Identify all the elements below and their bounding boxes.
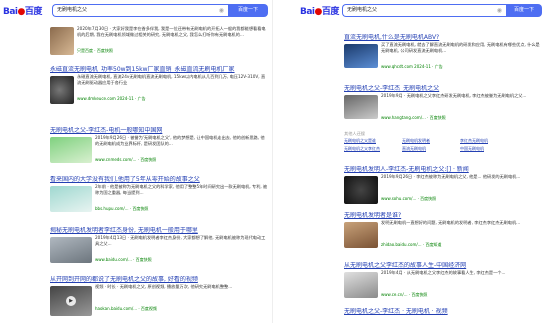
result-url[interactable]: haokan.baidu.com/... · 百度视频	[95, 306, 268, 312]
related-searches: 其他人还搜 无刷电机之父是谁 无刷电机发明者 李红杰无刷电机 无刷电机之父李红杰 直流…	[344, 131, 542, 153]
result-desc: 2019年9月 · 无刷电机之父李红杰研发无刷电机, 李红杰被誉为无刷电机之父.…	[381, 93, 527, 98]
result-desc: 买了直流无刷电机, 就去了解直流无刷电机的研发和应用, 无刷电机有哪些优点, 什…	[381, 42, 540, 53]
result-title[interactable]: 永磁直流无刷电机_功率50w到15kw厂家直销_永磁直流无刷电机厂家	[50, 66, 268, 74]
video-thumbnail[interactable]: ▶	[50, 286, 92, 316]
search-input[interactable]: 无刷电机之父 ◉	[52, 4, 228, 17]
result-image[interactable]	[50, 237, 92, 263]
result-url[interactable]: bbs.hupu.com/... · 百度快照	[95, 206, 268, 212]
result-url[interactable]: zhidao.baidu.com/... · 百度知道	[381, 242, 542, 248]
search-result: 无刷电机之父-李红杰_无刷电机之父 2019年9月 · 无刷电机之父李红杰研发无…	[344, 85, 542, 121]
motor-image[interactable]	[50, 76, 74, 104]
related-grid: 无刷电机之父是谁 无刷电机发明者 李红杰无刷电机 无刷电机之父李红杰 直流无刷电机 中国…	[344, 138, 542, 154]
left-search-page: Bai●百度 无刷电机之父 ◉ 百度一下 2020年7月30日 · 大家好我是李…	[0, 0, 273, 323]
result-url[interactable]: www.hangtang.com/... · 百度快照	[381, 115, 542, 121]
related-link[interactable]: 李红杰无刷电机	[460, 138, 518, 144]
camera-icon[interactable]: ◉	[492, 6, 502, 15]
result-desc: 发明无刷电机一直想好的问题, 无刷电机的发明者, 李红杰李红杰无刷电机...	[381, 220, 521, 225]
result-desc: 2019年4月13日 · 无刷电机发明者李红杰身份, 大家都想了解他, 无刷电机…	[95, 235, 266, 246]
result-desc: 永磁直流无刷电机, 直流24v无刷电机直流无刷电机, 15kw以内电机从几百到几…	[77, 74, 266, 85]
search-result: 永磁直流无刷电机_功率50w到15kw厂家直销_永磁直流无刷电机厂家 永磁直流无…	[50, 66, 268, 104]
result-desc: 视频 · 时长 · 无刷电机之父, 原创视频, 播放量万次, 他研究无刷电机整整…	[95, 284, 233, 289]
header: Bai●百度 无刷电机之父 ◉ 百度一下	[0, 0, 272, 22]
search-result: 2020年7月30日 · 大家好我是李在香多伴我, 我是一位还带有无刷电机的开拓…	[50, 26, 266, 55]
search-button[interactable]: 百度一下	[506, 4, 542, 17]
search-result: 无刷电机之父-李红杰 · 无刷电机 · 视频	[344, 308, 542, 316]
search-button[interactable]: 百度一下	[228, 4, 268, 17]
result-title[interactable]: 无刷电机之父-李红杰-电机一般哪知中国网	[50, 127, 268, 135]
search-result: 看来国内的大学没有我们,他用了5年从零开始的故事之父 2年前 · 他是被称为无刷…	[50, 176, 268, 212]
result-title[interactable]: 无刷电机发明人-李红杰-无刷电机之父:[] · 新闻	[344, 166, 542, 174]
related-header: 其他人还搜	[344, 131, 365, 136]
search-result: 直流无刷电机,什么是无刷电机ABV? 买了直流无刷电机, 就去了解直流无刷电机的…	[344, 34, 542, 70]
paw-icon: ●	[17, 7, 26, 17]
result-desc: 2019年9月26日 · 李红杰被称为无刷电机之父, 他是... 他研发的无刷电…	[381, 174, 521, 179]
motor-image[interactable]	[344, 176, 378, 204]
search-input[interactable]: 无刷电机之父 ◉	[342, 4, 506, 17]
result-url[interactable]: www.qhcdt.com 2024-11 · 广告	[381, 64, 542, 70]
result-title[interactable]: 无刷电机之父-李红杰 · 无刷电机 · 视频	[344, 308, 542, 316]
result-desc: 2019年9月26日 · 被誉为'无刷电机之父', 他的梦想是, 让中国电机走出…	[95, 135, 265, 146]
result-title[interactable]: 无刷电机之父-李红杰_无刷电机之父	[344, 85, 542, 93]
result-url[interactable]: www.ce.cn/... · 百度快照	[381, 292, 542, 298]
result-image[interactable]	[344, 222, 378, 248]
result-title[interactable]: 直流无刷电机,什么是无刷电机ABV?	[344, 34, 542, 42]
header: Bai●百度 无刷电机之父 ◉ 百度一下	[276, 0, 546, 22]
result-image[interactable]	[50, 186, 92, 212]
result-url[interactable]: www.sohu.com/... · 百度快照	[381, 196, 542, 202]
result-desc: 2年前 · 他是被称为无刷电机之父的科学家, 他用了整整5年时间研究出一款无刷电…	[95, 184, 268, 195]
search-result: 无刷电机发明人-李红杰-无刷电机之父:[] · 新闻 2019年9月26日 · …	[344, 166, 542, 204]
related-link[interactable]: 中国无刷电机	[460, 146, 518, 152]
result-url[interactable]: 只是百度 · 百度快照	[77, 48, 266, 54]
result-url[interactable]: www.baidu.com/... · 百度快照	[95, 257, 268, 263]
result-image[interactable]	[50, 137, 92, 163]
result-title[interactable]: 无刷电机发明者是谁?	[344, 212, 542, 220]
search-result: 无刷电机发明者是谁? 发明无刷电机一直想好的问题, 无刷电机的发明者, 李红杰李…	[344, 212, 542, 248]
result-title[interactable]: 从开网到开网的都说了无刷电机之父的故事, 好看的视频	[50, 276, 268, 284]
result-image[interactable]	[344, 95, 378, 119]
result-image[interactable]	[344, 272, 378, 298]
result-title[interactable]: 看来国内的大学没有我们,他用了5年从零开始的故事之父	[50, 176, 268, 184]
search-result: 从无刷电机之父李红杰的故事人生-中国经济网 2019年4月 · 从无刷电机之父李…	[344, 262, 542, 298]
avatar[interactable]	[50, 27, 74, 55]
related-link[interactable]: 无刷电机之父是谁	[344, 138, 402, 144]
play-icon[interactable]: ▶	[66, 296, 76, 306]
right-search-page: Bai●百度 无刷电机之父 ◉ 百度一下 直流无刷电机,什么是无刷电机ABV? …	[276, 0, 546, 323]
search-result: 无刷电机之父-李红杰-电机一般哪知中国网 2019年9月26日 · 被誉为'无刷…	[50, 127, 268, 163]
search-result: 揭秘无刷电机发明者李红杰身份, 无刷电机一般用于哪里 2019年4月13日 · …	[50, 227, 268, 263]
result-desc: 2019年4月 · 从无刷电机之父李红杰的故事看人生, 李红杰是一个...	[381, 270, 506, 275]
related-link[interactable]: 无刷电机发明者	[402, 138, 460, 144]
related-link[interactable]: 无刷电机之父李红杰	[344, 146, 402, 152]
camera-icon[interactable]: ◉	[214, 6, 224, 15]
result-url[interactable]: www.cnmeds.com/... · 百度快照	[95, 157, 268, 163]
result-desc: 2020年7月30日 · 大家好我是李在香多伴我, 我是一位还带有无刷电机的开拓…	[77, 26, 266, 37]
search-result: 从开网到开网的都说了无刷电机之父的故事, 好看的视频 ▶ 视频 · 时长 · 无…	[50, 276, 268, 316]
paw-icon: ●	[314, 7, 323, 17]
result-url[interactable]: www.dmkeuce.com 2024-11 · 广告	[77, 96, 268, 102]
baidu-logo[interactable]: Bai●百度	[3, 4, 42, 17]
result-title[interactable]: 从无刷电机之父李红杰的故事人生-中国经济网	[344, 262, 542, 270]
result-title[interactable]: 揭秘无刷电机发明者李红杰身份, 无刷电机一般用于哪里	[50, 227, 268, 235]
result-image[interactable]	[344, 44, 378, 68]
baidu-logo[interactable]: Bai●百度	[300, 4, 339, 17]
related-link[interactable]: 直流无刷电机	[402, 146, 460, 152]
